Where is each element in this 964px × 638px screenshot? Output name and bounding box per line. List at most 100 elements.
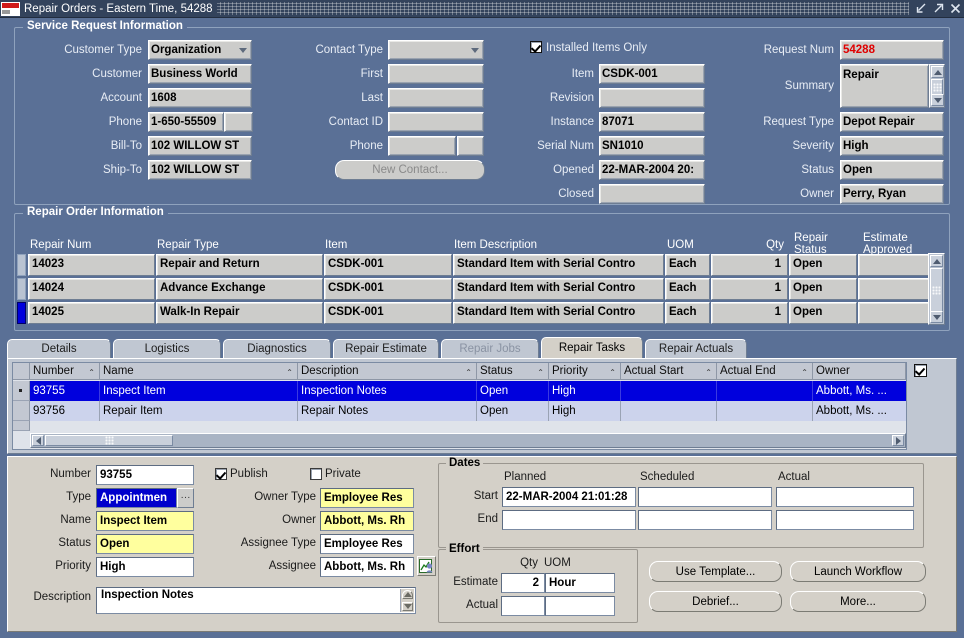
ro-item[interactable]: CSDK-001 — [324, 254, 452, 276]
scheduled-start-field[interactable] — [638, 487, 772, 507]
sr-owner-field[interactable]: Perry, Ryan — [840, 184, 944, 204]
task-status[interactable]: Open — [477, 381, 549, 401]
summary-scroll-thumb[interactable] — [931, 79, 943, 95]
contact-phone-field[interactable] — [388, 136, 456, 156]
scheduled-end-field[interactable] — [638, 510, 772, 530]
revision-field[interactable] — [599, 88, 705, 108]
task-name[interactable]: Inspect Item — [100, 381, 298, 401]
list-item[interactable]: 93756 Repair Item Repair Notes Open High… — [30, 401, 906, 421]
table-row[interactable]: 14025 Walk-In Repair CSDK-001 Standard I… — [17, 302, 937, 324]
task-owner[interactable]: Abbott, Ms. ... — [813, 381, 906, 401]
publish-checkbox[interactable] — [215, 468, 227, 480]
phone-field[interactable]: 1-650-55509 — [148, 112, 224, 132]
bill-to-field[interactable]: 102 WILLOW ST — [148, 136, 252, 156]
estimate-qty-field[interactable]: 2 — [501, 573, 545, 593]
new-contact-button[interactable]: New Contact... — [335, 160, 485, 180]
tab-repair-actuals[interactable]: Repair Actuals — [645, 339, 747, 358]
ro-scroll-thumb[interactable] — [930, 268, 943, 312]
planned-start-field[interactable]: 22-MAR-2004 21:01:28 — [502, 487, 636, 507]
task-col-priority[interactable]: Priority ⌃ — [549, 363, 621, 380]
task-col-actual-start[interactable]: Actual Start ⌃ — [621, 363, 717, 380]
sort-icon[interactable]: ⌃ — [88, 364, 95, 379]
task-col-description[interactable]: Description ⌃ — [298, 363, 477, 380]
assignee-field[interactable]: Abbott, Ms. Rh — [320, 557, 414, 577]
last-name-field[interactable] — [388, 88, 484, 108]
ro-scroll-down-icon[interactable] — [930, 311, 943, 323]
task-description-field[interactable]: Inspection Notes — [96, 587, 416, 614]
ro-item-description[interactable]: Standard Item with Serial Contro — [453, 302, 664, 324]
close-button[interactable] — [947, 1, 964, 16]
contact-phone-ext-field[interactable] — [457, 136, 484, 156]
customer-field[interactable]: Business World — [148, 64, 252, 84]
sort-icon[interactable]: ⌃ — [286, 364, 293, 379]
table-row[interactable]: 14024 Advance Exchange CSDK-001 Standard… — [17, 278, 937, 300]
task-status[interactable]: Open — [477, 401, 549, 421]
ro-uom[interactable]: Each — [665, 302, 710, 324]
resource-lookup-icon-button[interactable] — [417, 556, 436, 576]
ro-item[interactable]: CSDK-001 — [324, 302, 452, 324]
actual-start-field[interactable] — [776, 487, 914, 507]
ro-estimate-approved[interactable] — [858, 278, 936, 300]
ro-uom[interactable]: Each — [665, 278, 710, 300]
actual-uom-field[interactable] — [545, 596, 615, 616]
task-type-lov-button[interactable]: ··· — [177, 488, 194, 508]
request-num-field[interactable]: 54288 — [840, 40, 944, 60]
ro-qty[interactable]: 1 — [711, 302, 788, 324]
debrief-button[interactable]: Debrief... — [649, 591, 782, 612]
instance-field[interactable]: 87071 — [599, 112, 705, 132]
tab-logistics[interactable]: Logistics — [113, 339, 221, 358]
task-actual-end[interactable] — [717, 381, 813, 401]
summary-scroll-down-icon[interactable] — [931, 94, 944, 106]
sort-icon[interactable]: ⌃ — [537, 364, 544, 379]
list-item[interactable]: 93755 Inspect Item Inspection Notes Open… — [30, 381, 906, 401]
task-priority-field[interactable]: High — [96, 557, 194, 577]
serial-num-field[interactable]: SN1010 — [599, 136, 705, 156]
task-priority[interactable]: High — [549, 401, 621, 421]
task-col-name[interactable]: Name ⌃ — [100, 363, 298, 380]
ro-repair-num[interactable]: 14024 — [28, 278, 155, 300]
sort-icon[interactable]: ⌃ — [465, 364, 472, 379]
task-type-field[interactable]: Appointmen — [96, 488, 177, 508]
task-owner[interactable]: Abbott, Ms. ... — [813, 401, 906, 421]
task-number[interactable]: 93755 — [30, 381, 100, 401]
task-name[interactable]: Repair Item — [100, 401, 298, 421]
ro-repair-type[interactable]: Walk-In Repair — [156, 302, 323, 324]
tab-diagnostics[interactable]: Diagnostics — [223, 339, 331, 358]
item-field[interactable]: CSDK-001 — [599, 64, 705, 84]
task-owner-field[interactable]: Abbott, Ms. Rh — [320, 511, 414, 531]
task-name-field[interactable]: Inspect Item — [96, 511, 194, 531]
customer-type-select[interactable]: Organization — [148, 40, 252, 60]
contact-id-field[interactable] — [388, 112, 484, 132]
summary-scroll-up-icon[interactable] — [931, 66, 944, 78]
sort-icon[interactable]: ⌃ — [801, 364, 808, 379]
task-number[interactable]: 93756 — [30, 401, 100, 421]
ro-repair-status[interactable]: Open — [789, 278, 857, 300]
desc-scroll-down-icon[interactable] — [402, 602, 413, 611]
task-col-actual-end[interactable]: Actual End ⌃ — [717, 363, 813, 380]
ro-repair-num[interactable]: 14023 — [28, 254, 155, 276]
summary-field[interactable]: Repair — [840, 64, 929, 108]
summary-scrollbar[interactable] — [929, 64, 945, 108]
task-number-field[interactable]: 93755 — [96, 465, 194, 485]
account-field[interactable]: 1608 — [148, 88, 252, 108]
installed-items-only-checkbox[interactable] — [530, 41, 542, 53]
desc-scroll-up-icon[interactable] — [402, 590, 413, 599]
tab-repair-estimate[interactable]: Repair Estimate — [333, 339, 439, 358]
table-row[interactable]: 14023 Repair and Return CSDK-001 Standar… — [17, 254, 937, 276]
task-priority[interactable]: High — [549, 381, 621, 401]
ro-uom[interactable]: Each — [665, 254, 710, 276]
task-col-owner[interactable]: Owner — [813, 363, 906, 380]
task-actual-end[interactable] — [717, 401, 813, 421]
task-status-field[interactable]: Open — [96, 534, 194, 554]
sr-status-field[interactable]: Open — [840, 160, 944, 180]
task-description-scrollbar[interactable] — [400, 589, 414, 612]
task-grid-hscrollbar[interactable] — [30, 433, 906, 448]
use-template-button[interactable]: Use Template... — [649, 561, 782, 582]
contact-type-select[interactable] — [388, 40, 484, 60]
owner-type-field[interactable]: Employee Res — [320, 488, 414, 508]
tab-repair-jobs[interactable]: Repair Jobs — [441, 339, 539, 358]
sort-icon[interactable]: ⌃ — [705, 364, 712, 379]
opened-field[interactable]: 22-MAR-2004 20: — [599, 160, 705, 180]
closed-field[interactable] — [599, 184, 705, 204]
hscroll-thumb[interactable] — [45, 435, 173, 446]
